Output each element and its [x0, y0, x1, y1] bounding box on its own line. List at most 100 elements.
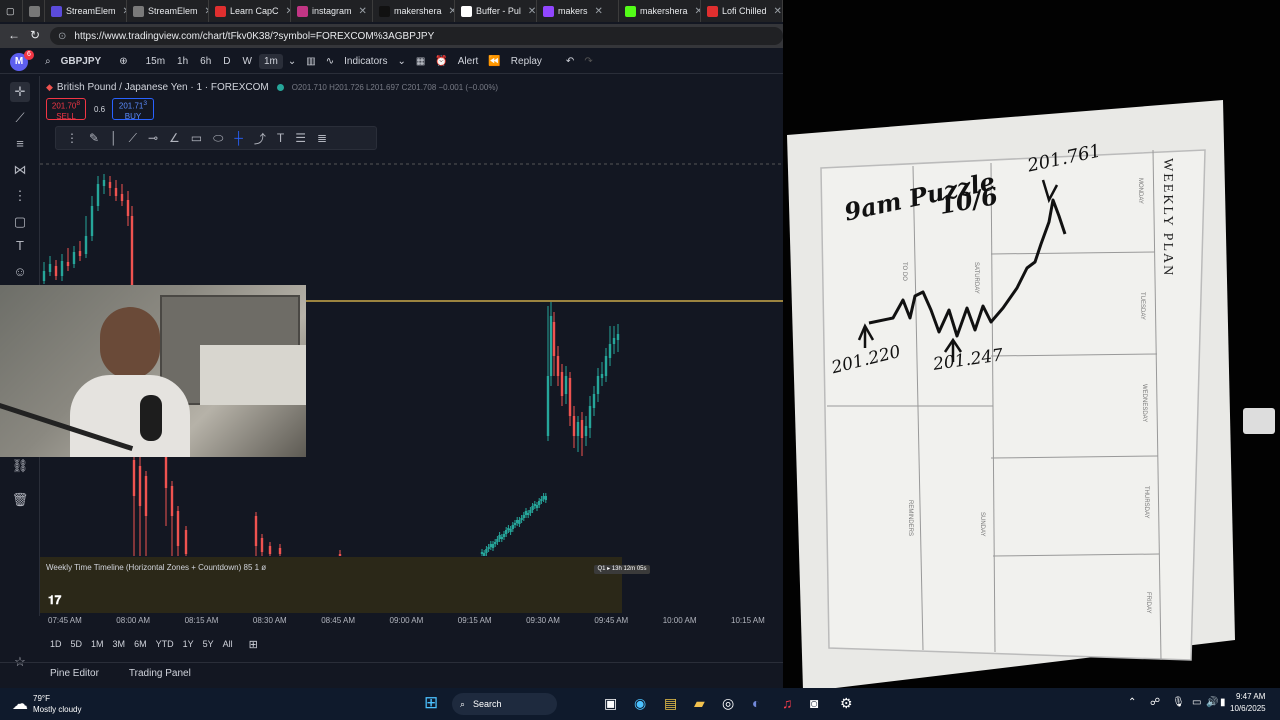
- browser-tab[interactable]: Lofi Chilled ✕: [701, 0, 783, 22]
- tab-favicon-icon: [297, 5, 308, 17]
- indicators-icon[interactable]: ∿: [321, 54, 339, 69]
- clock-date[interactable]: 10/6/2025: [1230, 704, 1266, 713]
- back-icon[interactable]: ←: [8, 28, 20, 42]
- ellipse-icon[interactable]: ⬭: [213, 131, 223, 146]
- interval-dropdown-icon[interactable]: ⌄: [283, 54, 301, 69]
- browser-tab[interactable]: makershera✕: [619, 0, 701, 22]
- alert-icon[interactable]: ⏰: [430, 54, 452, 69]
- replay-button[interactable]: Replay: [506, 54, 547, 69]
- emoji-icon[interactable]: ☺: [10, 262, 30, 282]
- ray-icon[interactable]: ⟋: [129, 131, 137, 146]
- tray-chevron-icon[interactable]: ⌃: [1128, 697, 1136, 708]
- network-icon[interactable]: ▭: [1192, 697, 1201, 708]
- settings-icon[interactable]: ☰: [295, 131, 306, 145]
- range-button[interactable]: YTD: [156, 639, 174, 649]
- browser-tab[interactable]: StreamElem✕: [45, 0, 127, 22]
- tab-close-icon[interactable]: ✕: [528, 6, 536, 17]
- tab-close-icon[interactable]: ✕: [595, 6, 603, 17]
- discord-icon[interactable]: ◐: [752, 695, 760, 711]
- music-icon[interactable]: ♫: [782, 695, 793, 711]
- chart-type-icon[interactable]: ▥: [301, 54, 320, 69]
- redo-icon[interactable]: ↷: [579, 54, 597, 69]
- browser-tab[interactable]: StreamElem✕: [127, 0, 209, 22]
- browser-tab[interactable]: instagram ✕: [291, 0, 373, 22]
- range-button[interactable]: 3M: [113, 639, 126, 649]
- tab-close-icon[interactable]: ✕: [774, 6, 782, 17]
- range-button[interactable]: 5D: [71, 639, 83, 649]
- shapes-icon[interactable]: ▢: [10, 212, 30, 232]
- battery-icon[interactable]: ▮: [1220, 697, 1226, 708]
- brush-icon[interactable]: ✎: [89, 131, 99, 145]
- start-icon[interactable]: ⊞: [424, 693, 438, 713]
- tab-pinned[interactable]: [23, 0, 45, 22]
- interval-button[interactable]: 15m: [141, 54, 170, 69]
- steam-icon[interactable]: ◎: [722, 695, 734, 712]
- horizontal-ray-icon[interactable]: ⊸: [148, 131, 158, 145]
- weather-icon[interactable]: ☁: [12, 694, 28, 714]
- interval-button[interactable]: D: [218, 54, 235, 69]
- alert-button[interactable]: Alert: [453, 54, 484, 69]
- tray-app-icon[interactable]: ☍: [1150, 697, 1160, 708]
- microphone-icon[interactable]: 🎙: [1172, 697, 1185, 708]
- reload-icon[interactable]: ↻: [30, 28, 40, 42]
- angle-icon[interactable]: ∠: [169, 131, 180, 145]
- site-info-icon[interactable]: ⊙: [58, 31, 66, 42]
- replay-icon[interactable]: ⏪: [483, 54, 505, 69]
- interval-button[interactable]: 6h: [195, 54, 216, 69]
- browser-tab[interactable]: Learn CapC✕: [209, 0, 291, 22]
- range-button[interactable]: 5Y: [203, 639, 214, 649]
- interval-button[interactable]: 1h: [172, 54, 193, 69]
- browser-tab[interactable]: makershera✕: [373, 0, 455, 22]
- clock-time[interactable]: 9:47 AM: [1236, 692, 1265, 701]
- symbol-label[interactable]: GBPJPY: [56, 54, 107, 69]
- trading-panel-tab[interactable]: Trading Panel: [129, 668, 191, 679]
- browser-tab[interactable]: makers ✕: [537, 0, 619, 22]
- file-explorer-icon[interactable]: ▰: [694, 695, 705, 712]
- crosshair-icon[interactable]: ✛: [10, 82, 30, 102]
- rectangle-icon[interactable]: ▭: [191, 131, 202, 145]
- url-field[interactable]: ⊙ https://www.tradingview.com/chart/tFkv…: [50, 27, 783, 45]
- taskbar-search[interactable]: ⌕ Search: [452, 693, 557, 715]
- range-button[interactable]: 6M: [134, 639, 147, 649]
- cross-line-icon[interactable]: ┼: [234, 131, 243, 145]
- indicators-dropdown-icon[interactable]: ⌄: [392, 54, 410, 69]
- volume-icon[interactable]: 🔊: [1206, 697, 1218, 708]
- goto-date-icon[interactable]: ⊞: [249, 638, 258, 651]
- range-button[interactable]: 1Y: [183, 639, 194, 649]
- fib-icon[interactable]: ≡: [10, 134, 30, 154]
- pine-editor-tab[interactable]: Pine Editor: [50, 668, 99, 679]
- trendline-icon[interactable]: ⟋: [10, 108, 30, 128]
- link-icon[interactable]: ⛓: [10, 456, 30, 476]
- path-icon[interactable]: ⤴: [254, 130, 266, 147]
- undo-icon[interactable]: ↶: [561, 54, 579, 69]
- indicators-button[interactable]: Indicators: [339, 54, 392, 69]
- compare-icon[interactable]: ⊕: [114, 54, 132, 69]
- edge-icon[interactable]: ◉: [634, 695, 646, 712]
- sell-button[interactable]: 201.708 SELL: [46, 98, 86, 121]
- interval-button[interactable]: 1m: [258, 54, 283, 69]
- tab-close-icon[interactable]: ✕: [359, 6, 367, 17]
- range-button[interactable]: All: [223, 639, 233, 649]
- pattern-icon[interactable]: ⋈: [10, 160, 30, 180]
- task-view-icon[interactable]: ▣: [604, 695, 617, 712]
- drag-handle-icon[interactable]: ⋮: [66, 131, 78, 145]
- symbol-search-icon[interactable]: ⌕: [40, 54, 56, 69]
- photos-icon[interactable]: ▤: [664, 695, 677, 712]
- range-button[interactable]: 1D: [50, 639, 62, 649]
- text-tool-icon[interactable]: T: [277, 131, 284, 145]
- buy-button[interactable]: 201.713 BUY: [112, 98, 154, 121]
- text-icon[interactable]: T: [10, 236, 30, 256]
- forecast-icon[interactable]: ⋮: [10, 186, 30, 206]
- layouts-icon[interactable]: ▦: [411, 54, 430, 69]
- vertical-line-icon[interactable]: │: [110, 131, 118, 145]
- window-menu-icon[interactable]: ▢: [0, 0, 24, 22]
- obs-icon[interactable]: ◙: [810, 695, 818, 711]
- avatar[interactable]: M 6: [10, 49, 34, 71]
- time-axis[interactable]: 07:45 AM 08:00 AM 08:15 AM 08:30 AM 08:45 AM…: [40, 614, 783, 630]
- browser-tab[interactable]: Buffer - Pul ✕: [455, 0, 537, 22]
- interval-button[interactable]: W: [238, 54, 257, 69]
- more-icon[interactable]: ≣: [317, 131, 327, 145]
- range-button[interactable]: 1M: [91, 639, 104, 649]
- settings-gear-icon[interactable]: ⚙: [840, 695, 853, 712]
- trash-icon[interactable]: 🗑: [10, 490, 30, 510]
